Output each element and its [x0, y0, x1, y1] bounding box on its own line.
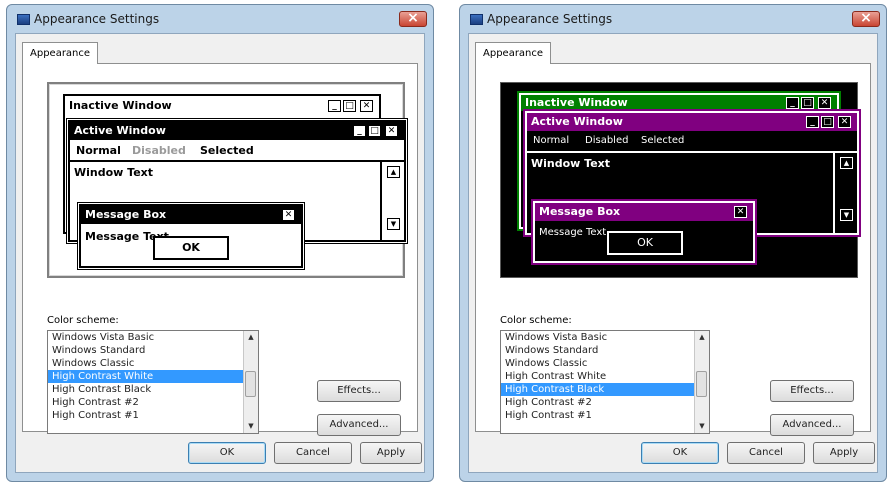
message-box-title: Message Box [85, 208, 167, 221]
dialog-title: Appearance Settings [487, 12, 613, 26]
message-text: Message Text [539, 227, 607, 238]
menu-selected: Selected [200, 144, 254, 157]
ok-button[interactable]: OK [641, 442, 719, 464]
scroll-thumb[interactable] [245, 371, 256, 397]
color-scheme-list[interactable]: Windows Vista Basic Windows Standard Win… [500, 330, 710, 434]
window-text: Window Text [531, 157, 611, 170]
tab-appearance[interactable]: Appearance [475, 42, 552, 64]
list-item[interactable]: High Contrast White [501, 370, 709, 383]
close-icon: ✕ [734, 206, 747, 218]
dialog-client-area: Appearance Inactive Window _ □ ✕ Active … [468, 33, 878, 473]
inactive-window-title: Inactive Window [525, 96, 628, 109]
scroll-down-icon[interactable]: ▼ [244, 420, 258, 433]
scroll-down-icon[interactable]: ▼ [695, 420, 709, 433]
ok-button[interactable]: OK [188, 442, 266, 464]
list-scrollbar[interactable]: ▲ ▼ [243, 331, 258, 433]
title-bar[interactable]: Appearance Settings [7, 5, 433, 33]
dialog-title: Appearance Settings [34, 12, 160, 26]
apply-button[interactable]: Apply [360, 442, 422, 464]
list-item[interactable]: High Contrast #1 [48, 409, 258, 422]
maximize-icon: □ [368, 125, 381, 137]
preview-ok-button: OK [153, 236, 229, 260]
scroll-up-icon: ▲ [840, 157, 853, 169]
appearance-preview[interactable]: Inactive Window _ □ ✕ Active Window _ □ … [47, 82, 406, 278]
active-window-title: Active Window [74, 124, 166, 137]
menu-selected: Selected [641, 135, 685, 146]
appearance-preview[interactable]: Inactive Window _ □ ✕ Active Window _ □ … [500, 82, 859, 278]
list-item-selected[interactable]: High Contrast Black [501, 383, 709, 396]
list-item[interactable]: High Contrast #2 [48, 396, 258, 409]
cancel-button[interactable]: Cancel [727, 442, 805, 464]
list-item[interactable]: Windows Vista Basic [48, 331, 258, 344]
close-icon: ✕ [282, 209, 295, 221]
scroll-up-icon[interactable]: ▲ [695, 331, 709, 344]
message-box: Message Box ✕ Message Text OK [79, 204, 303, 268]
color-scheme-list[interactable]: Windows Vista Basic Windows Standard Win… [47, 330, 259, 434]
tab-panel: Inactive Window _ □ ✕ Active Window _ □ … [475, 63, 871, 436]
cancel-button[interactable]: Cancel [274, 442, 352, 464]
scroll-down-icon: ▼ [387, 218, 400, 230]
maximize-icon: □ [821, 116, 834, 128]
close-icon: ✕ [360, 100, 373, 112]
tab-appearance[interactable]: Appearance [22, 42, 99, 64]
list-scrollbar[interactable]: ▲ ▼ [694, 331, 709, 433]
close-icon: ✕ [838, 116, 851, 128]
color-scheme-label: Color scheme: [47, 315, 119, 326]
effects-button[interactable]: Effects... [317, 380, 401, 402]
active-window-title: Active Window [531, 115, 623, 128]
message-box: Message Box ✕ Message Text OK [533, 201, 755, 263]
advanced-button[interactable]: Advanced... [770, 414, 854, 436]
maximize-icon: □ [801, 97, 814, 109]
effects-button[interactable]: Effects... [770, 380, 854, 402]
close-button[interactable] [852, 10, 880, 27]
scroll-up-icon[interactable]: ▲ [244, 331, 258, 344]
window-text: Window Text [74, 166, 154, 179]
minimize-icon: _ [353, 125, 366, 137]
list-item[interactable]: High Contrast #2 [501, 396, 709, 409]
advanced-button[interactable]: Advanced... [317, 414, 401, 436]
scroll-thumb[interactable] [696, 371, 707, 397]
list-item[interactable]: High Contrast #1 [501, 409, 709, 422]
preview-ok-button: OK [607, 231, 683, 255]
display-icon [470, 14, 483, 25]
close-button[interactable] [399, 10, 427, 27]
list-item[interactable]: Windows Vista Basic [501, 331, 709, 344]
maximize-icon: □ [343, 100, 356, 112]
close-icon: ✕ [385, 125, 398, 137]
appearance-settings-dialog-white: Appearance Settings Appearance Inactive … [6, 4, 434, 482]
title-bar[interactable]: Appearance Settings [460, 5, 886, 33]
minimize-icon: _ [786, 97, 799, 109]
list-item[interactable]: Windows Standard [501, 344, 709, 357]
scroll-down-icon: ▼ [840, 209, 853, 221]
list-item[interactable]: Windows Classic [48, 357, 258, 370]
dialog-client-area: Appearance Inactive Window _ □ ✕ Active … [15, 33, 425, 473]
inactive-window-title: Inactive Window [69, 99, 172, 112]
message-box-title: Message Box [539, 205, 621, 218]
tab-panel: Inactive Window _ □ ✕ Active Window _ □ … [22, 63, 418, 436]
display-icon [17, 14, 30, 25]
minimize-icon: _ [328, 100, 341, 112]
color-scheme-label: Color scheme: [500, 315, 572, 326]
list-item[interactable]: Windows Standard [48, 344, 258, 357]
list-item[interactable]: Windows Classic [501, 357, 709, 370]
menu-normal: Normal [76, 144, 121, 157]
close-icon: ✕ [818, 97, 831, 109]
list-item[interactable]: High Contrast Black [48, 383, 258, 396]
list-item-selected[interactable]: High Contrast White [48, 370, 258, 383]
scroll-up-icon: ▲ [387, 166, 400, 178]
menu-disabled: Disabled [132, 144, 186, 157]
minimize-icon: _ [806, 116, 819, 128]
apply-button[interactable]: Apply [813, 442, 875, 464]
menu-disabled: Disabled [585, 135, 629, 146]
menu-normal: Normal [533, 135, 570, 146]
appearance-settings-dialog-black: Appearance Settings Appearance Inactive … [459, 4, 887, 482]
